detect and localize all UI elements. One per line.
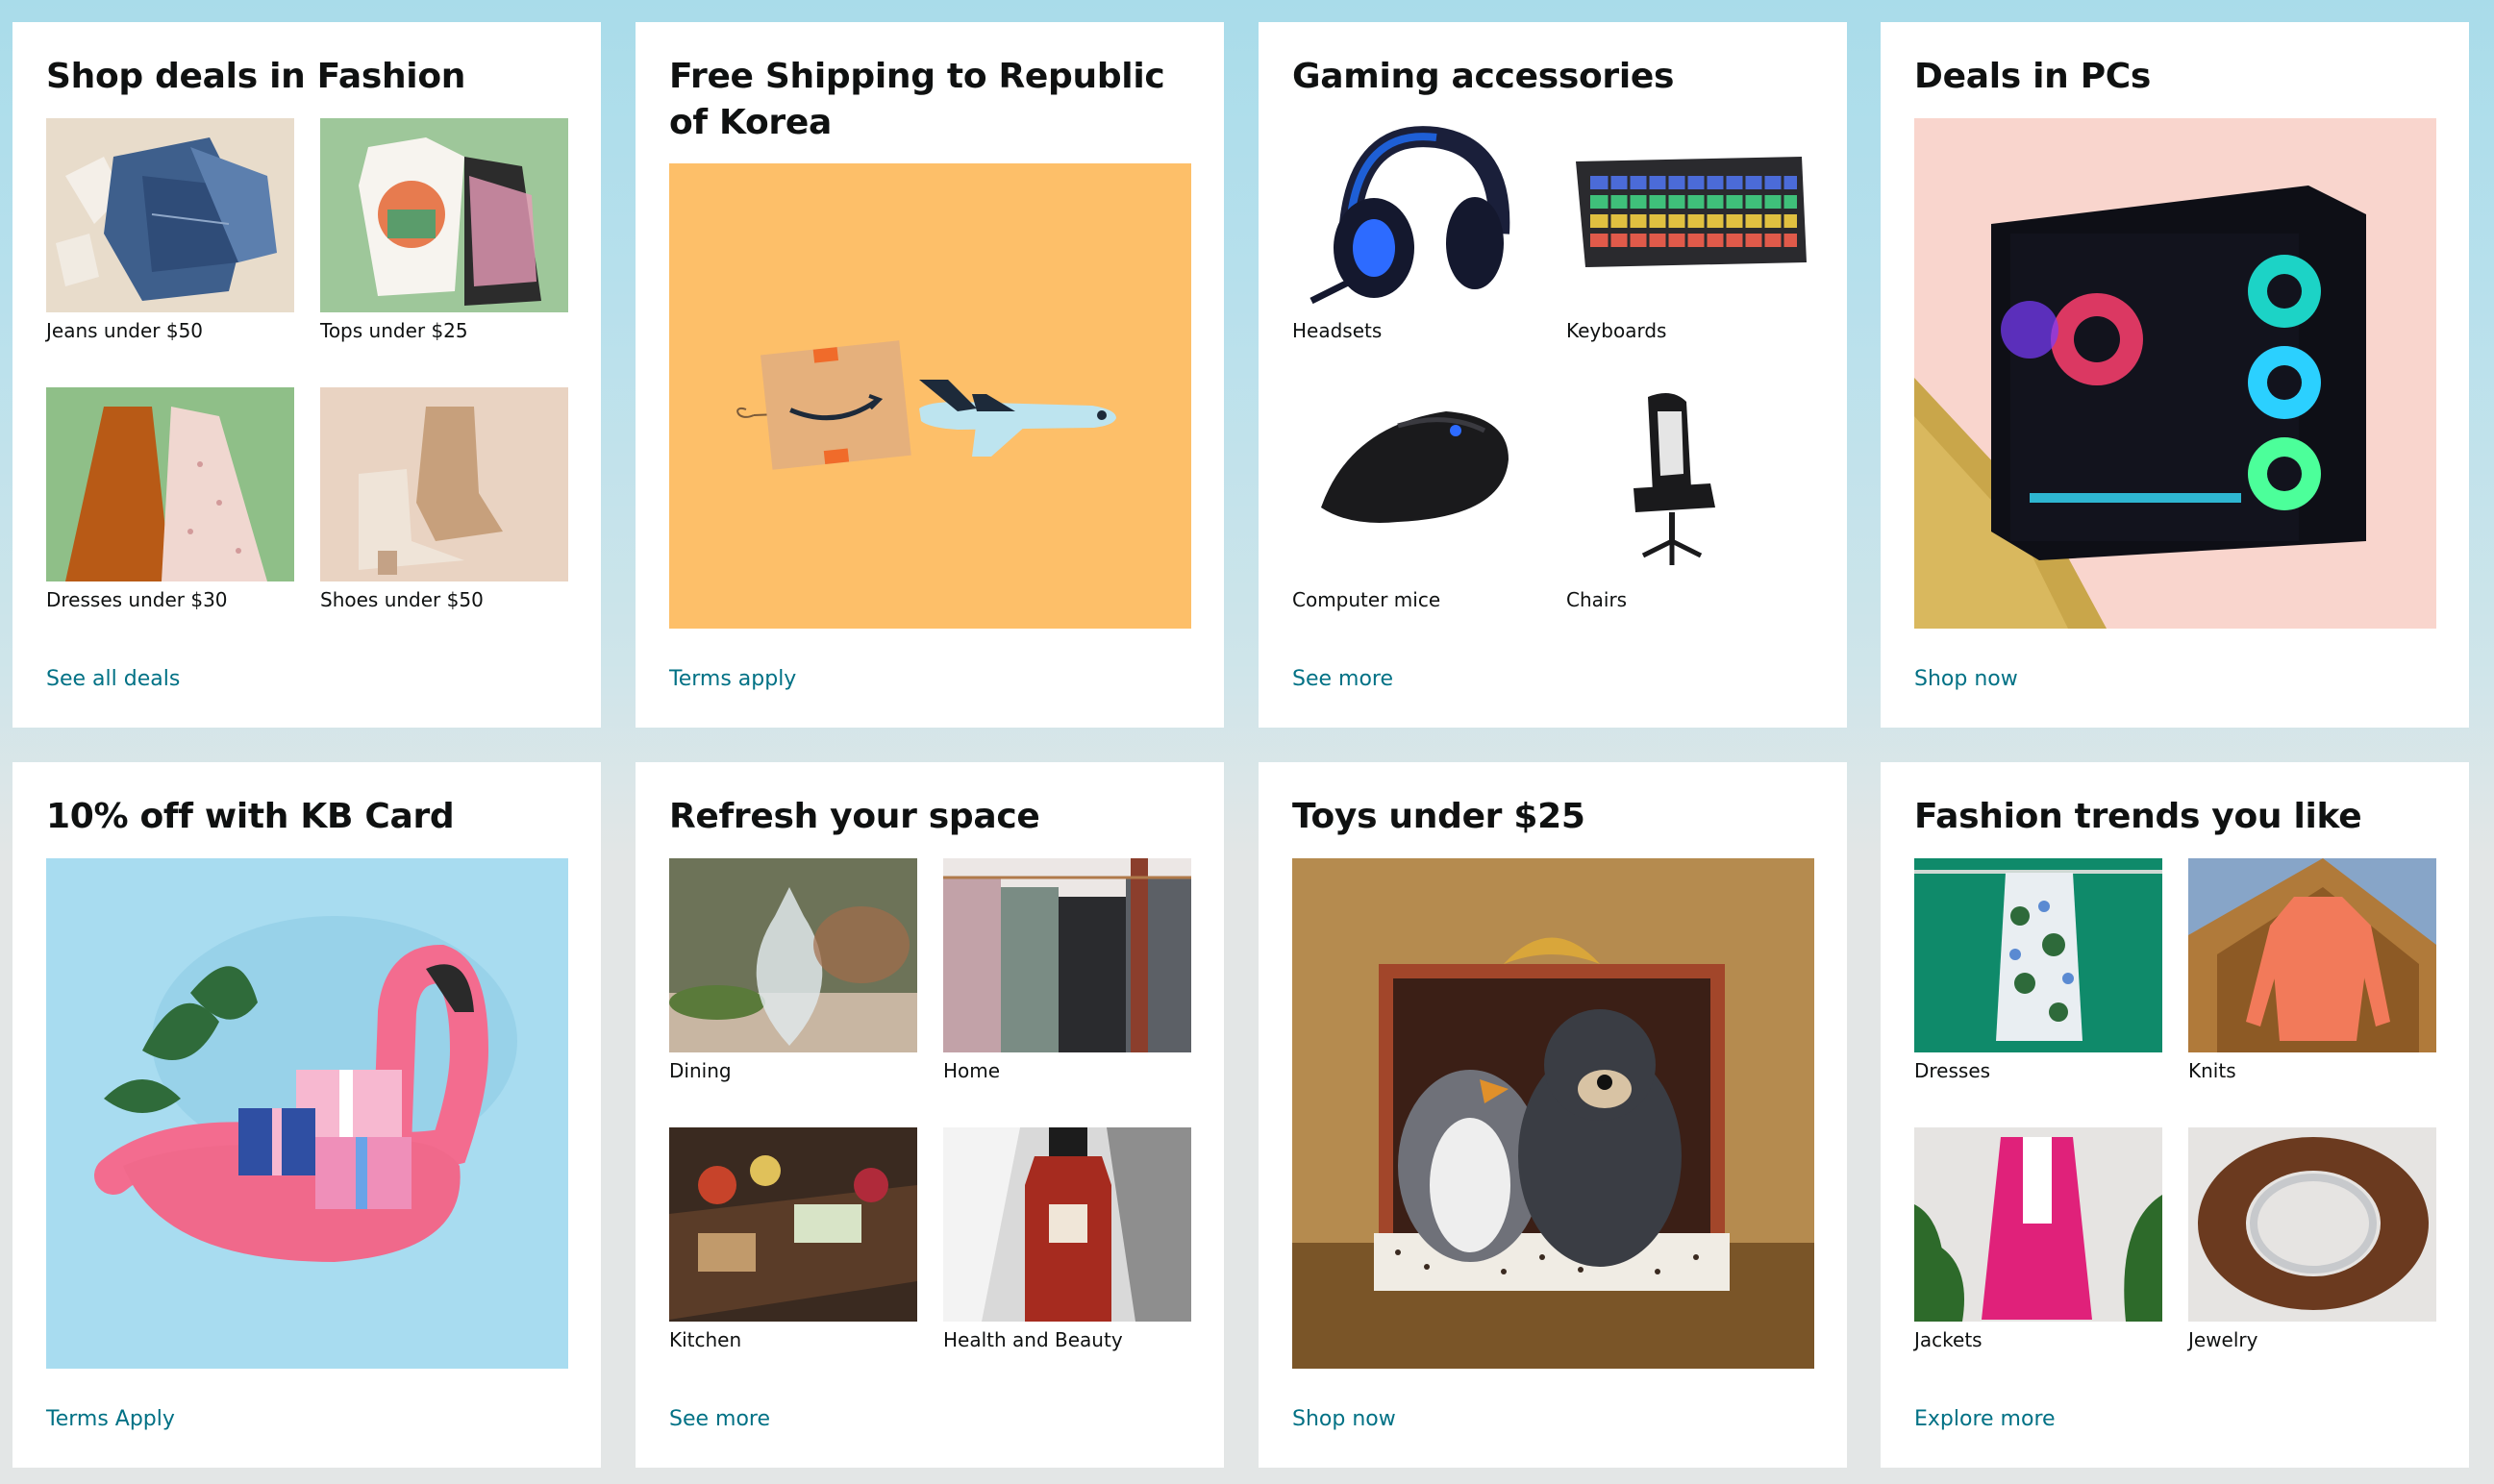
card-free-shipping: Free Shipping to Republic of Korea Terms…: [636, 22, 1224, 728]
jewelry-image[interactable]: [2188, 1127, 2436, 1322]
shop-now-link[interactable]: Shop now: [1292, 1407, 1396, 1431]
tile-dresses[interactable]: Dresses: [1914, 858, 2162, 1083]
toys-image[interactable]: [1292, 858, 1814, 1369]
tile-label: Knits: [2188, 1059, 2236, 1082]
shoes-image[interactable]: [320, 387, 568, 581]
tile-jeans[interactable]: Jeans under $50: [46, 118, 294, 343]
tile-jackets[interactable]: Jackets: [1914, 1127, 2162, 1352]
knits-image[interactable]: [2188, 858, 2436, 1052]
tile-keyboards[interactable]: Keyboards: [1566, 118, 1814, 343]
chair-image[interactable]: [1566, 387, 1814, 581]
card-refresh-space: Refresh your space Dining Home Kitchen H…: [636, 762, 1224, 1468]
tops-image[interactable]: [320, 118, 568, 312]
card-title: Refresh your space: [669, 797, 1040, 836]
jeans-image[interactable]: [46, 118, 294, 312]
terms-apply-link[interactable]: Terms Apply: [46, 1407, 175, 1431]
tile-label: Tops under $25: [320, 319, 468, 342]
explore-more-link[interactable]: Explore more: [1914, 1407, 2056, 1431]
mouse-image[interactable]: [1292, 387, 1540, 581]
tile-label: Computer mice: [1292, 588, 1441, 611]
see-more-link[interactable]: See more: [669, 1407, 770, 1431]
tile-label: Jackets: [1914, 1328, 1983, 1351]
card-fashion-deals: Shop deals in Fashion Jeans under $50 To…: [12, 22, 601, 728]
tile-headsets[interactable]: Headsets: [1292, 118, 1540, 343]
card-title: Fashion trends you like: [1914, 797, 2362, 836]
keyboard-image[interactable]: [1566, 118, 1814, 312]
card-title: 10% off with KB Card: [46, 797, 455, 836]
kitchen-image[interactable]: [669, 1127, 917, 1322]
tile-label: Dresses under $30: [46, 588, 228, 611]
home-image[interactable]: [943, 858, 1191, 1052]
headset-image[interactable]: [1292, 118, 1540, 312]
terms-apply-link[interactable]: Terms apply: [669, 667, 796, 691]
card-kb-card: 10% off with KB Card Terms Apply: [12, 762, 601, 1468]
tile-knits[interactable]: Knits: [2188, 858, 2436, 1083]
kb-card-image[interactable]: [46, 858, 568, 1369]
tile-label: Shoes under $50: [320, 588, 484, 611]
card-toys: Toys under $25 Shop now: [1259, 762, 1847, 1468]
tile-label: Jeans under $50: [46, 319, 204, 342]
tile-home[interactable]: Home: [943, 858, 1191, 1083]
card-title: Shop deals in Fashion: [46, 57, 466, 96]
tile-label: Dresses: [1914, 1059, 1991, 1082]
jacket-image[interactable]: [1914, 1127, 2162, 1322]
tile-health-beauty[interactable]: Health and Beauty: [943, 1127, 1191, 1352]
see-all-deals-link[interactable]: See all deals: [46, 667, 180, 691]
dress-image[interactable]: [1914, 858, 2162, 1052]
card-title: Toys under $25: [1292, 797, 1585, 836]
dresses-image[interactable]: [46, 387, 294, 581]
tile-kitchen[interactable]: Kitchen: [669, 1127, 917, 1352]
tile-tops[interactable]: Tops under $25: [320, 118, 568, 343]
card-fashion-trends: Fashion trends you like Dresses Knits Ja…: [1881, 762, 2469, 1468]
pc-image[interactable]: [1914, 118, 2436, 629]
card-title: Deals in PCs: [1914, 57, 2152, 96]
tile-label: Keyboards: [1566, 319, 1667, 342]
tile-label: Dining: [669, 1059, 732, 1082]
card-title: Free Shipping to Republic of Korea: [669, 57, 1165, 142]
tile-computer-mice[interactable]: Computer mice: [1292, 387, 1540, 612]
shipping-image[interactable]: [669, 163, 1191, 629]
tile-label: Chairs: [1566, 588, 1628, 611]
card-title: Gaming accessories: [1292, 57, 1675, 96]
tile-dining[interactable]: Dining: [669, 858, 917, 1083]
shop-now-link[interactable]: Shop now: [1914, 667, 2018, 691]
tile-label: Headsets: [1292, 319, 1383, 342]
tile-label: Home: [943, 1059, 1001, 1082]
card-gaming-accessories: Gaming accessories Headsets Keyboards Co…: [1259, 22, 1847, 728]
tile-shoes[interactable]: Shoes under $50: [320, 387, 568, 612]
tile-label: Health and Beauty: [943, 1328, 1123, 1351]
tile-label: Jewelry: [2188, 1328, 2258, 1351]
see-more-link[interactable]: See more: [1292, 667, 1393, 691]
dining-image[interactable]: [669, 858, 917, 1052]
card-deals-pcs: Deals in PCs Shop now: [1881, 22, 2469, 728]
tile-chairs[interactable]: Chairs: [1566, 387, 1814, 612]
tile-dresses[interactable]: Dresses under $30: [46, 387, 294, 612]
tile-jewelry[interactable]: Jewelry: [2188, 1127, 2436, 1352]
tile-label: Kitchen: [669, 1328, 742, 1351]
beauty-image[interactable]: [943, 1127, 1191, 1322]
